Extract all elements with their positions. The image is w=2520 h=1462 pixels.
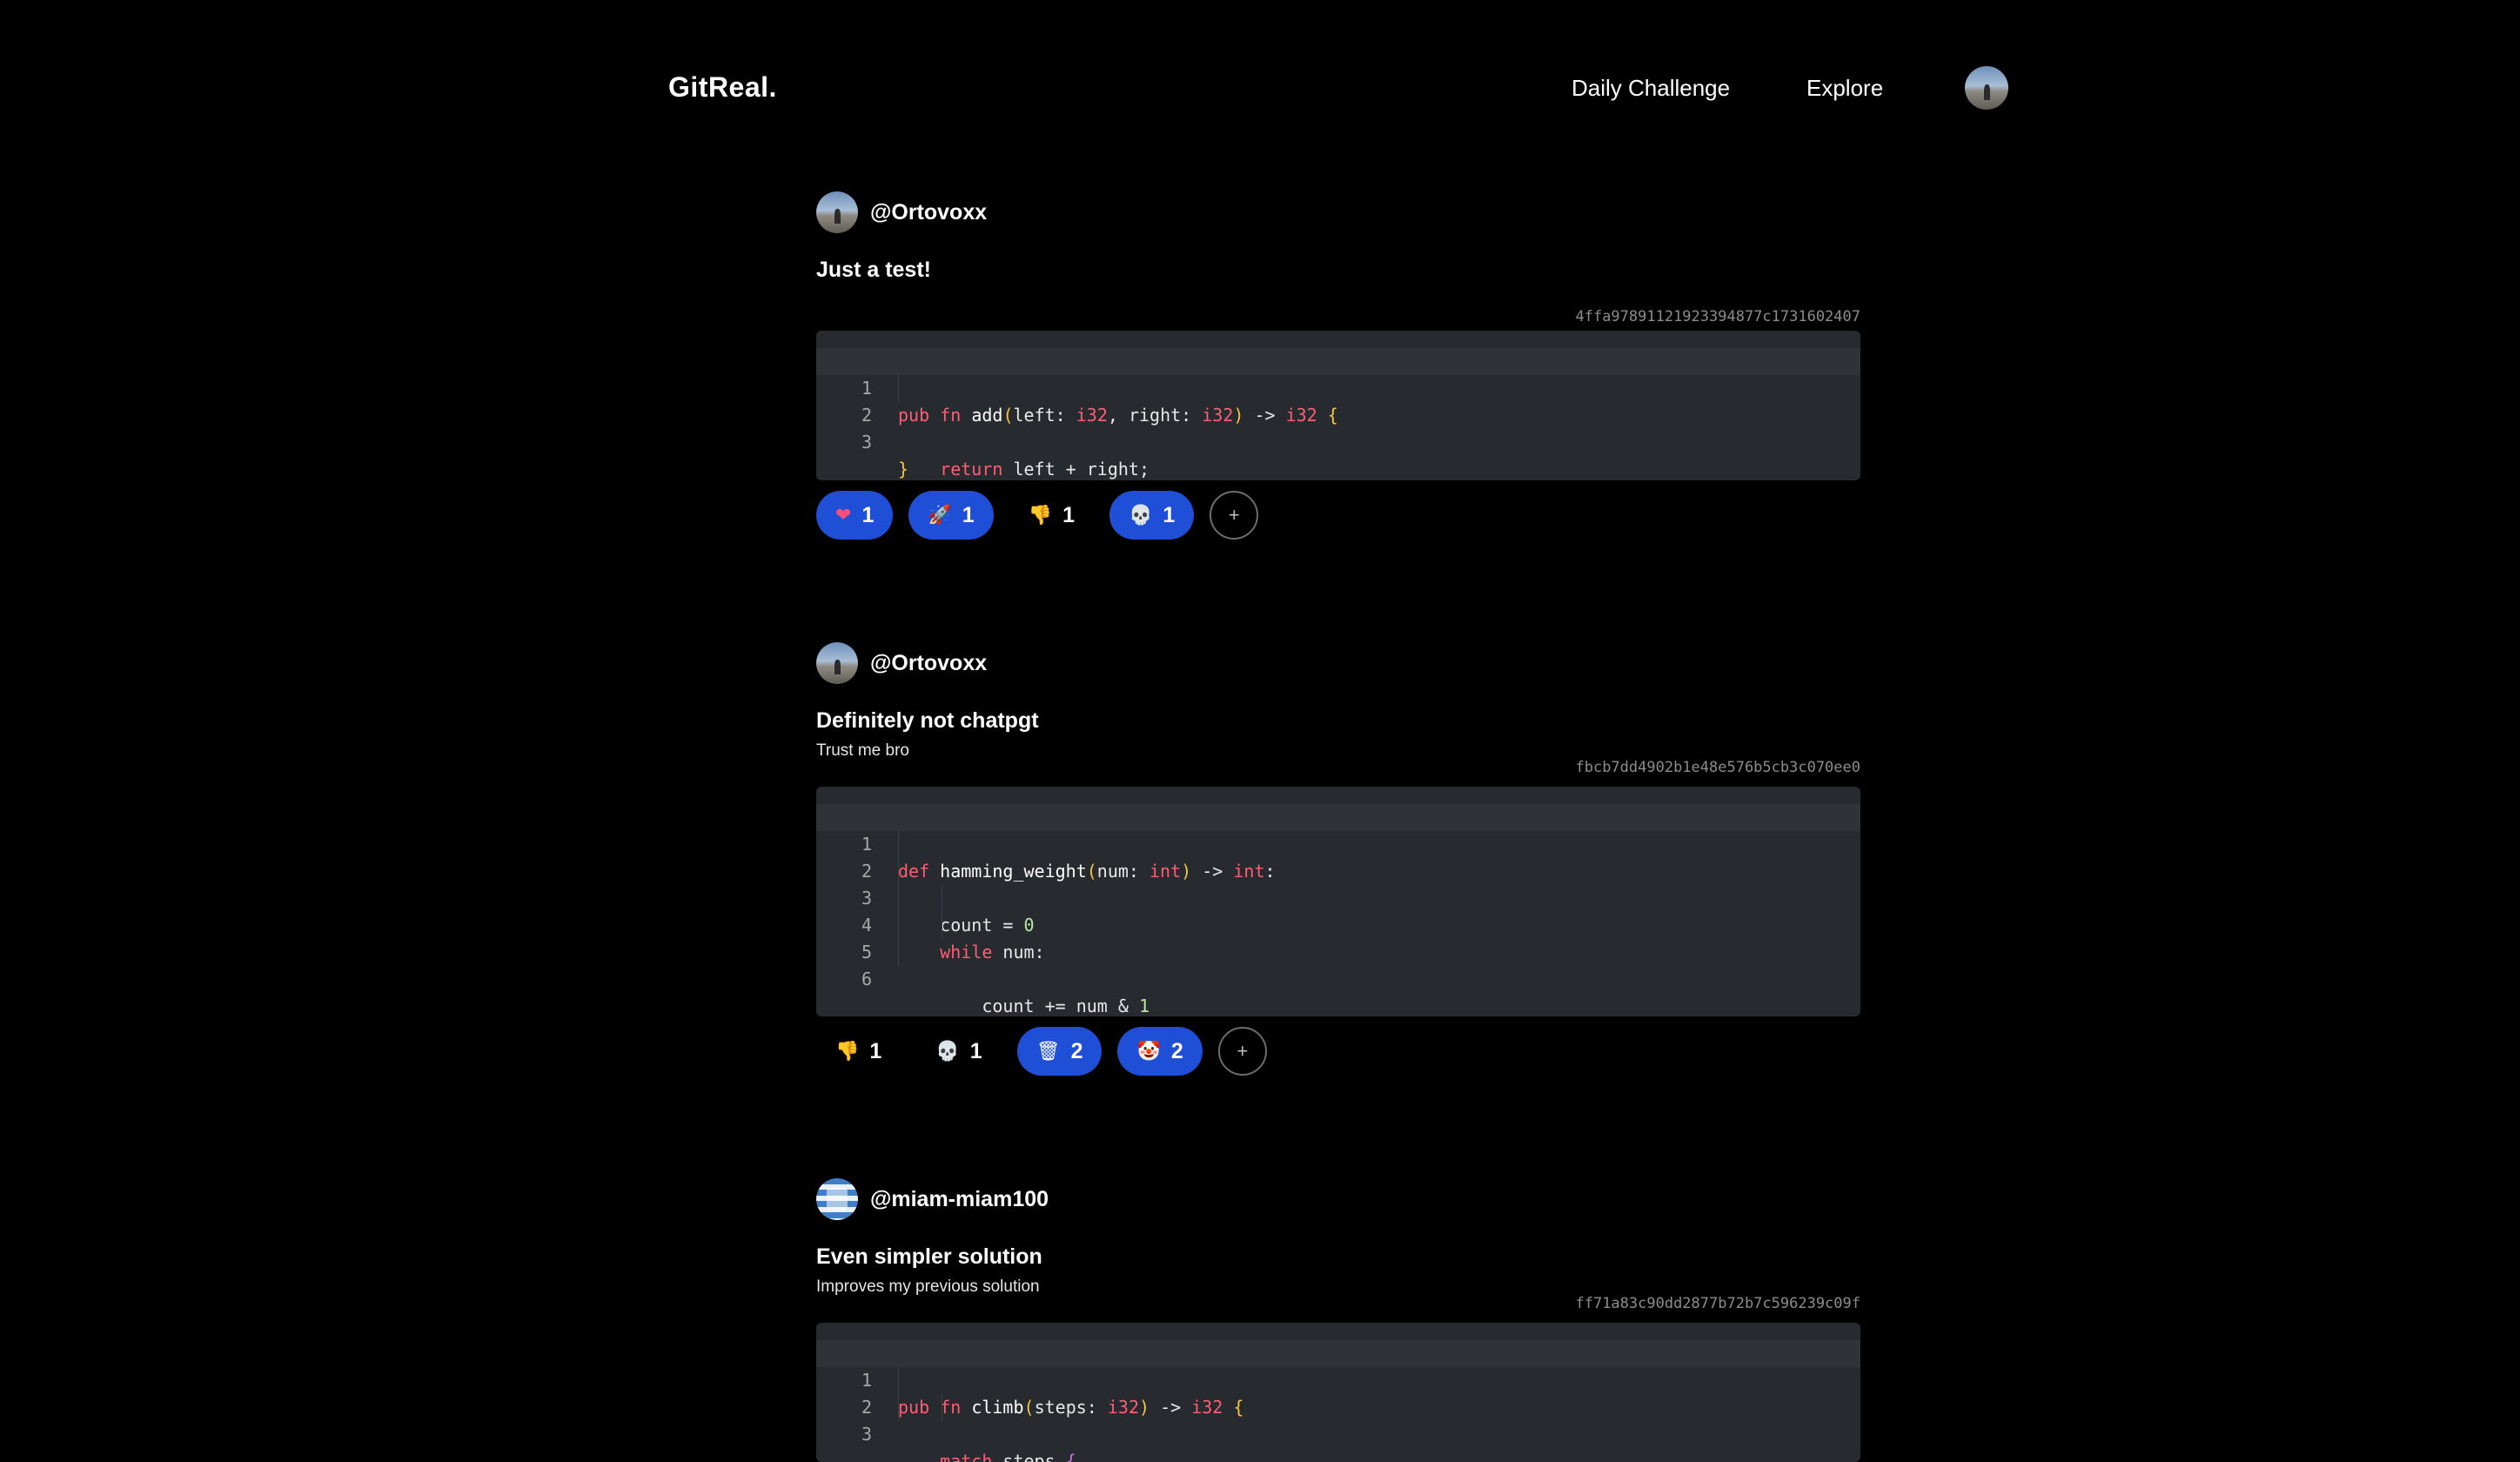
author-avatar-icon[interactable] [816, 1178, 858, 1220]
post-title: Even simpler solution [816, 1244, 1042, 1269]
user-avatar-icon[interactable] [1965, 66, 2008, 110]
code-block: 1 pub fn add(left: i32, right: i32) -> i… [816, 331, 1860, 480]
reaction-clown-button[interactable]: 🤡 2 [1117, 1027, 1203, 1076]
post-author[interactable]: @miam-miam100 [870, 1187, 1049, 1212]
post-author[interactable]: @Ortovoxx [870, 651, 987, 676]
commit-hash: ff71a83c90dd2877b72b7c596239c09f [1575, 1295, 1860, 1312]
brand-logo[interactable]: GitReal. [668, 71, 777, 104]
nav-link-explore[interactable]: Explore [1806, 75, 1883, 102]
post-header: @Ortovoxx [816, 191, 1860, 233]
clown-face-icon: 🤡 [1136, 1040, 1161, 1063]
code-line: 4 count += num & 1 [816, 885, 1860, 1016]
reaction-skull-button[interactable]: 💀 1 [916, 1027, 1001, 1076]
reaction-count: 1 [861, 502, 875, 527]
post-title: Definitely not chatpgt [816, 708, 1039, 733]
reaction-thumbs-down-button[interactable]: 👎 1 [816, 1027, 901, 1076]
reaction-bar: 👎 1 💀 1 🗑 2 🤡 2 + [816, 1027, 1267, 1076]
nav-link-daily-challenge[interactable]: Daily Challenge [1572, 75, 1730, 102]
reaction-count: 1 [969, 1038, 982, 1063]
reaction-skull-button[interactable]: 💀 1 [1109, 491, 1195, 540]
code-line: 1 pub fn add(left: i32, right: i32) -> i… [816, 348, 1860, 426]
code-line: 3 while num: [816, 858, 1860, 962]
reaction-count: 1 [1062, 502, 1075, 527]
code-block: 1 pub fn climb(steps: i32) -> i32 { 2 ma… [816, 1323, 1860, 1462]
add-reaction-button[interactable]: + [1217, 1027, 1267, 1076]
reaction-rocket-button[interactable]: 🚀 1 [908, 491, 994, 540]
post-description: Trust me bro [816, 741, 909, 760]
code-line: 6 return count [816, 939, 1860, 989]
code-line: 5 num >>= 1 [816, 912, 1860, 962]
add-reaction-button[interactable]: + [1210, 491, 1259, 540]
post-card: @miam-miam100 Even simpler solution Impr… [816, 1178, 1860, 1462]
reaction-count: 1 [1163, 502, 1176, 527]
reaction-thumbs-down-button[interactable]: 👎 1 [1009, 491, 1094, 540]
post-title: Just a test! [816, 258, 931, 282]
reaction-count: 2 [1170, 1038, 1183, 1063]
post-author[interactable]: @Ortovoxx [870, 200, 987, 225]
commit-hash: fbcb7dd4902b1e48e576b5cb3c070ee0 [1575, 759, 1860, 776]
post-description: Improves my previous solution [816, 1278, 1040, 1296]
skull-icon: 💀 [935, 1040, 960, 1063]
commit-hash: 4ffa97891121923394877c1731602407 [1575, 308, 1860, 325]
post-card: @Ortovoxx Just a test! 4ffa9789112192339… [816, 191, 1860, 540]
reaction-bar: ❤ 1 🚀 1 👎 1 💀 1 + [816, 491, 1259, 540]
author-avatar-icon[interactable] [816, 642, 858, 684]
code-line: 2 count = 0 [816, 831, 1860, 936]
code-line: 3 } [861, 432, 909, 480]
reaction-wastebasket-button[interactable]: 🗑 2 [1016, 1027, 1102, 1076]
author-avatar-icon[interactable] [816, 191, 858, 233]
code-line: 1 def hamming_weight(num: int) -> int: [816, 804, 1860, 882]
skull-icon: 💀 [1128, 504, 1153, 526]
code-line: 2 return left + right; [816, 375, 1860, 480]
reaction-heart-button[interactable]: ❤ 1 [816, 491, 894, 540]
thumbs-down-icon: 👎 [835, 1040, 860, 1063]
wastebasket-icon: 🗑 [1035, 1040, 1061, 1063]
code-line: 3 0 | 1 => 1, [816, 1394, 1860, 1445]
post-header: @Ortovoxx [816, 642, 1860, 684]
post-header: @miam-miam100 [816, 1178, 1860, 1220]
code-line: 2 match steps { [816, 1367, 1860, 1462]
thumbs-down-icon: 👎 [1028, 504, 1053, 526]
top-navigation-bar: GitReal. Daily Challenge Explore [668, 63, 2008, 115]
rocket-icon: 🚀 [928, 504, 952, 526]
reaction-count: 1 [962, 502, 975, 527]
code-line: 1 pub fn climb(steps: i32) -> i32 { [816, 1340, 1860, 1418]
reaction-count: 1 [869, 1038, 882, 1063]
code-block: 1 def hamming_weight(num: int) -> int: 2… [816, 787, 1860, 1016]
reaction-count: 2 [1070, 1038, 1083, 1063]
post-card: @Ortovoxx Definitely not chatpgt Trust m… [816, 642, 1860, 1076]
heart-icon: ❤ [835, 504, 852, 526]
